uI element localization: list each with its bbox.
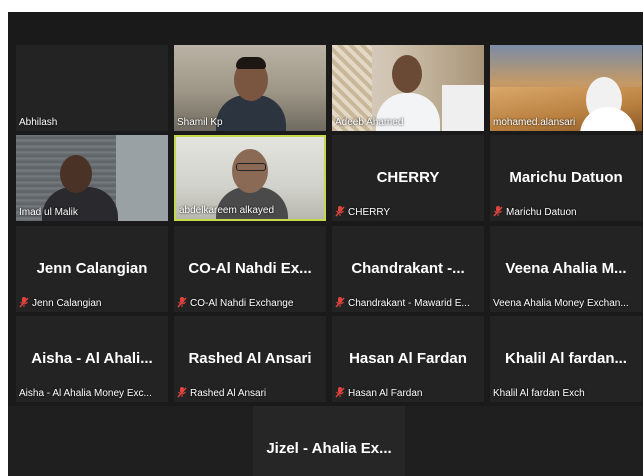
participant-display-name: Chandrakant -...	[351, 260, 465, 277]
participant-name: abdelkareem alkayed	[179, 205, 275, 216]
muted-mic-icon	[177, 297, 187, 308]
participant-tile-cherry[interactable]: CHERRY CHERRY	[332, 135, 484, 221]
participant-display-name: CHERRY	[376, 169, 440, 186]
participant-name: mohamed.alansari	[493, 117, 576, 128]
participant-tile-mohamed[interactable]: mohamed.alansari	[490, 45, 642, 131]
muted-mic-icon	[493, 206, 503, 217]
participant-tile-veena[interactable]: Veena Ahalia M... Veena Ahalia Money Exc…	[490, 226, 642, 312]
participant-display-name: Jenn Calangian	[36, 260, 148, 277]
participant-tile-adeeb[interactable]: Adeeb Ahamed	[332, 45, 484, 131]
participant-tile-khalil[interactable]: Khalil Al fardan... Khalil Al fardan Exc…	[490, 316, 642, 402]
muted-mic-icon	[177, 387, 187, 398]
participant-tile-aisha[interactable]: Aisha - Al Ahali... Aisha - Al Ahalia Mo…	[16, 316, 168, 402]
participant-name: Imad ul Malik	[19, 207, 78, 218]
participant-display-name: Aisha - Al Ahali...	[31, 350, 153, 367]
video-gallery: Abhilash Shamil Kp Adeeb Ahamed mohamed.…	[8, 12, 643, 476]
participant-name: Aisha - Al Ahalia Money Exc...	[19, 388, 152, 399]
participant-display-name: Veena Ahalia M...	[505, 260, 627, 277]
participant-name: Rashed Al Ansari	[177, 387, 323, 400]
participant-tile-chandrakant[interactable]: Chandrakant -... Chandrakant - Mawarid E…	[332, 226, 484, 312]
participant-tile-marichu[interactable]: Marichu Datuon Marichu Datuon	[490, 135, 642, 221]
participant-tile-abhilash[interactable]: Abhilash	[16, 45, 168, 131]
participant-name: CO-Al Nahdi Exchange	[177, 297, 323, 310]
participant-name: Marichu Datuon	[493, 206, 639, 219]
participant-name: Adeeb Ahamed	[335, 117, 404, 128]
participant-tile-jizel[interactable]: Jizel - Ahalia Ex...	[253, 406, 405, 476]
participant-display-name: Khalil Al fardan...	[505, 350, 627, 367]
muted-mic-icon	[335, 387, 345, 398]
participant-tile-abdelkareem-active-speaker[interactable]: abdelkareem alkayed	[174, 135, 326, 221]
participant-name: Khalil Al fardan Exch	[493, 388, 585, 399]
participant-name: CHERRY	[335, 206, 481, 219]
participant-name: Jenn Calangian	[19, 297, 165, 310]
participant-display-name: Jizel - Ahalia Ex...	[266, 440, 392, 457]
participant-tile-rashed[interactable]: Rashed Al Ansari Rashed Al Ansari	[174, 316, 326, 402]
participant-tile-co-al-nahdi[interactable]: CO-Al Nahdi Ex... CO-Al Nahdi Exchange	[174, 226, 326, 312]
participant-name: Chandrakant - Mawarid E...	[335, 297, 481, 310]
participant-name: Hasan Al Fardan	[335, 387, 481, 400]
muted-mic-icon	[335, 206, 345, 217]
participant-display-name: Hasan Al Fardan	[349, 350, 467, 367]
participant-name: Veena Ahalia Money Exchan...	[493, 298, 629, 309]
participant-display-name: Marichu Datuon	[509, 169, 623, 186]
participant-tile-hasan[interactable]: Hasan Al Fardan Hasan Al Fardan	[332, 316, 484, 402]
participant-display-name: Rashed Al Ansari	[188, 350, 312, 367]
participant-name: Shamil Kp	[177, 117, 223, 128]
participant-name: Abhilash	[19, 117, 58, 128]
participant-display-name: CO-Al Nahdi Ex...	[188, 260, 312, 277]
participant-tile-jenn[interactable]: Jenn Calangian Jenn Calangian	[16, 226, 168, 312]
muted-mic-icon	[19, 297, 29, 308]
muted-mic-icon	[335, 297, 345, 308]
participant-tile-shamil[interactable]: Shamil Kp	[174, 45, 326, 131]
participant-tile-imad[interactable]: Imad ul Malik	[16, 135, 168, 221]
